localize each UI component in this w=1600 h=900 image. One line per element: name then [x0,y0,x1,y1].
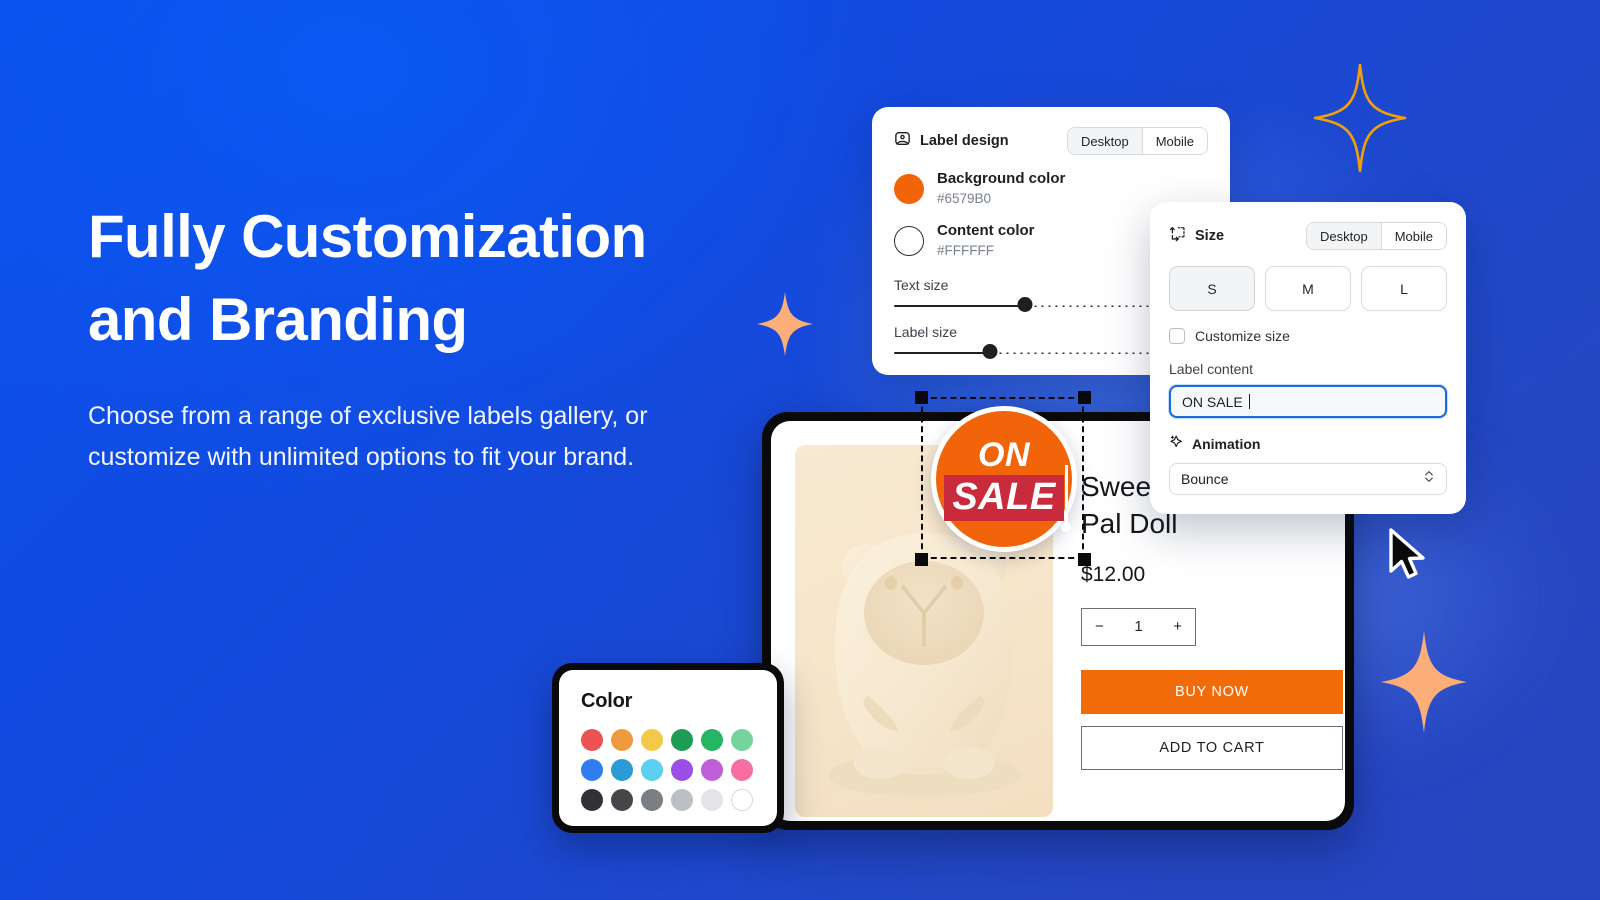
color-swatch[interactable] [701,759,723,781]
add-to-cart-button[interactable]: ADD TO CART [1081,725,1343,770]
animation-select[interactable]: Bounce [1169,463,1447,495]
color-swatch[interactable] [671,759,693,781]
sparkle-medium-icon [1378,628,1470,736]
customize-size-row[interactable]: Customize size [1169,328,1447,344]
content-color-hex: #FFFFFF [937,243,994,259]
size-panel: Size Desktop Mobile S M L Customize size… [1150,202,1466,514]
product-details: Swee Pal Doll $12.00 − 1 + BUY NOW ADD T… [1081,469,1343,770]
label-design-toggle-desktop[interactable]: Desktop [1068,128,1142,154]
size-option-s[interactable]: S [1169,266,1255,311]
on-sale-badge[interactable]: ON SALE [931,406,1077,552]
background-color-swatch[interactable] [894,174,924,205]
background-color-label: Background color [937,170,1066,187]
color-swatch[interactable] [611,759,633,781]
animation-value: Bounce [1181,471,1229,487]
selection-edge-top [921,397,1084,399]
background-color-hex: #6579B0 [937,190,992,206]
quantity-increase-button[interactable]: + [1173,618,1182,635]
headline-line-2: and Branding [88,285,468,353]
size-options: S M L [1169,266,1447,311]
customize-size-checkbox[interactable] [1169,328,1185,344]
animation-title: Animation [1192,436,1261,452]
size-title-group: Size [1169,225,1224,247]
text-size-fill [894,304,1026,308]
size-option-l[interactable]: L [1361,266,1447,311]
size-toggle-mobile[interactable]: Mobile [1380,223,1446,249]
sparkle-icon [1169,434,1184,454]
color-swatch[interactable] [731,759,753,781]
sparkle-small-icon [755,290,815,358]
resize-icon [1169,225,1186,247]
size-option-m[interactable]: M [1265,266,1351,311]
image-icon [894,130,911,152]
label-design-toggle-mobile[interactable]: Mobile [1141,128,1207,154]
sparkle-outline-icon [1312,62,1408,174]
headline-line-1: Fully Customization [88,203,647,270]
selection-edge-left [921,397,923,559]
color-swatch[interactable] [731,789,753,811]
color-swatch[interactable] [641,789,663,811]
badge-line-1: ON [978,435,1030,474]
size-device-toggle[interactable]: Desktop Mobile [1306,222,1447,250]
label-content-label: Label content [1169,361,1254,377]
product-name-line-1: Swee [1081,471,1152,502]
hero-copy: Fully Customization and Branding Choose … [88,196,748,478]
color-panel: Color [552,663,784,833]
content-color-swatch[interactable] [894,226,924,257]
color-swatch[interactable] [581,729,603,751]
quantity-value: 1 [1134,618,1143,636]
color-swatch[interactable] [671,729,693,751]
selection-handle-top-left[interactable] [914,390,928,404]
badge-line-2: SALE [952,475,1056,518]
color-swatch[interactable] [701,789,723,811]
color-swatch[interactable] [641,729,663,751]
promo-banner: Fully Customization and Branding Choose … [0,0,1600,900]
color-swatch[interactable] [731,729,753,751]
label-design-header: Label design Desktop Mobile [894,126,1208,156]
badge-sale-bar: SALE [944,464,1072,532]
label-design-title-group: Label design [894,130,1009,152]
label-design-title: Label design [920,133,1009,149]
label-content-input[interactable]: ON SALE [1169,385,1447,418]
color-swatch[interactable] [671,789,693,811]
size-toggle-desktop[interactable]: Desktop [1307,223,1381,249]
label-size-knob[interactable] [982,344,998,360]
color-panel-title: Color [581,690,633,712]
content-color-meta: Content color #FFFFFF [937,222,1035,260]
text-size-knob[interactable] [1017,297,1033,313]
animation-header: Animation [1169,434,1447,454]
label-design-device-toggle[interactable]: Desktop Mobile [1067,127,1208,155]
selection-edge-right [1082,397,1084,559]
color-swatch[interactable] [581,759,603,781]
color-swatch[interactable] [581,789,603,811]
selection-edge-bottom [921,557,1084,559]
size-panel-header: Size Desktop Mobile [1169,221,1447,251]
selection-handle-top-right[interactable] [1077,390,1091,404]
color-swatch-grid [581,729,755,811]
label-size-fill [894,351,990,355]
color-swatch[interactable] [611,729,633,751]
color-swatch[interactable] [701,729,723,751]
selection-handle-bottom-right[interactable] [1077,552,1091,566]
chevron-updown-icon [1423,469,1435,489]
customize-size-label: Customize size [1195,328,1290,344]
page-title: Fully Customization and Branding [88,196,748,362]
text-caret [1248,394,1251,409]
selection-handle-bottom-left[interactable] [914,552,928,566]
mouse-cursor-icon [1385,527,1431,590]
buy-now-button[interactable]: BUY NOW [1081,669,1343,714]
hero-subcopy: Choose from a range of exclusive labels … [88,401,648,471]
color-swatch[interactable] [641,759,663,781]
color-swatch[interactable] [611,789,633,811]
label-content-value: ON SALE [1182,393,1243,410]
quantity-decrease-button[interactable]: − [1095,618,1104,635]
size-title: Size [1195,228,1225,244]
product-price: $12.00 [1081,562,1146,586]
color-panel-inner: Color [559,670,777,826]
background-color-meta: Background color #6579B0 [937,170,1065,208]
badge-edit-caret [1061,464,1072,532]
quantity-stepper[interactable]: − 1 + [1081,607,1196,646]
content-color-label: Content color [937,222,1035,240]
